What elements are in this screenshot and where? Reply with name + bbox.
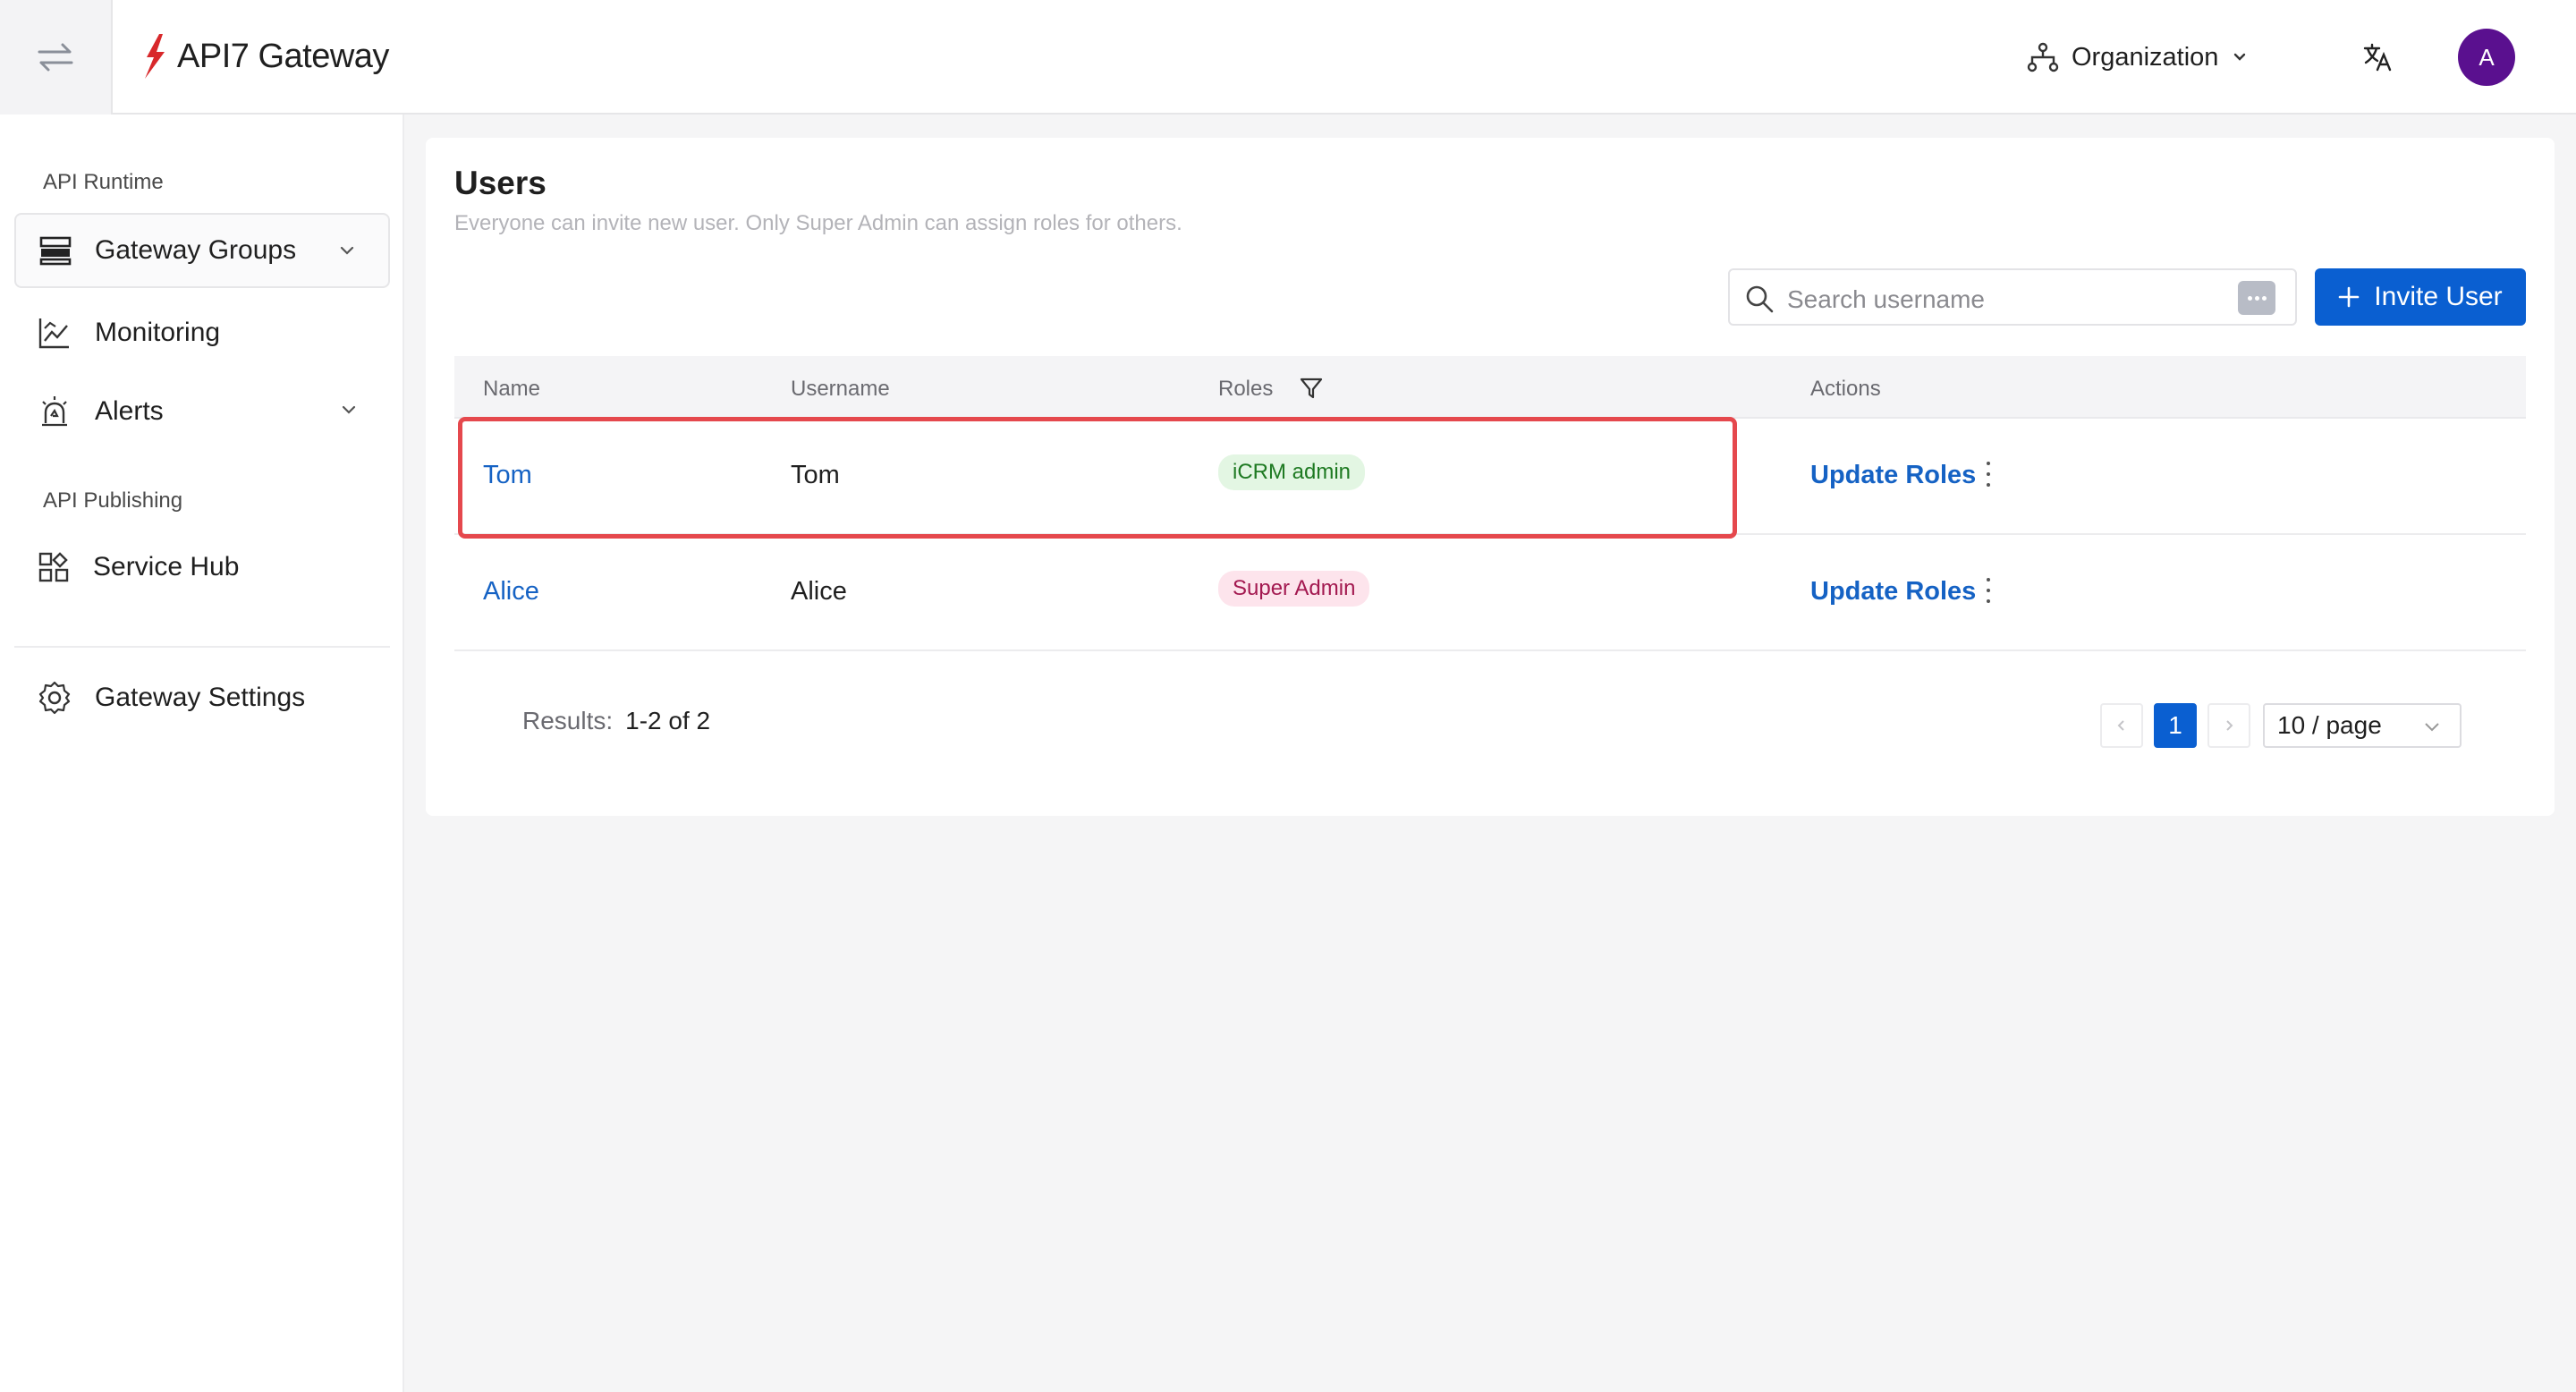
column-header-name: Name	[483, 377, 541, 401]
sidebar-item-label: Alerts	[95, 396, 164, 426]
plus-icon	[2338, 286, 2360, 308]
results-summary: Results: 1-2 of 2	[522, 707, 710, 735]
page-subtitle: Everyone can invite new user. Only Super…	[454, 211, 1182, 235]
swap-arrows-icon	[38, 43, 73, 72]
chevron-left-icon	[2117, 720, 2124, 731]
more-options-icon[interactable]	[2238, 281, 2275, 315]
username-cell: Alice	[791, 577, 847, 606]
search-input[interactable]: Search username	[1728, 268, 2297, 326]
table-row: Alice Alice Super Admin Update Roles	[454, 535, 2526, 651]
user-name-link[interactable]: Tom	[483, 461, 532, 490]
sidebar-item-label: Service Hub	[93, 552, 240, 581]
column-header-roles: Roles	[1218, 377, 1274, 401]
table-header: Name Username Roles Actions	[454, 356, 2526, 419]
sidebar-toggle-button[interactable]	[0, 0, 113, 115]
organization-label: Organization	[2072, 42, 2219, 72]
sidebar-item-label: Gateway Settings	[95, 683, 306, 712]
chart-icon	[38, 318, 69, 349]
grid-icon	[38, 552, 69, 582]
page-title: Users	[454, 165, 547, 201]
translate-icon	[2363, 43, 2392, 72]
column-header-actions: Actions	[1810, 377, 1881, 401]
prev-page-button[interactable]	[2100, 703, 2143, 748]
results-value: 1-2 of 2	[625, 707, 711, 734]
org-tree-icon	[2027, 42, 2059, 72]
sidebar-item-label: Monitoring	[95, 318, 221, 347]
app-logo[interactable]: API7 Gateway	[140, 32, 389, 81]
page-number-button[interactable]: 1	[2154, 703, 2197, 748]
sidebar-item-alerts[interactable]: Alerts	[14, 374, 390, 449]
organization-switcher[interactable]: Organization	[2027, 38, 2249, 77]
results-label: Results:	[522, 707, 614, 734]
sidebar-item-monitoring[interactable]: Monitoring	[14, 295, 390, 370]
chevron-down-icon	[340, 246, 354, 255]
user-name-link[interactable]: Alice	[483, 577, 539, 607]
alarm-icon	[42, 396, 67, 427]
gear-icon	[38, 681, 71, 715]
username-cell: Tom	[791, 461, 840, 489]
next-page-button[interactable]	[2207, 703, 2250, 748]
chevron-down-icon	[342, 405, 356, 414]
app-name: API7 Gateway	[177, 37, 389, 75]
search-placeholder: Search username	[1787, 285, 1986, 313]
filter-icon[interactable]	[1299, 376, 1324, 401]
page-size-select[interactable]: 10 / page	[2263, 703, 2462, 748]
invite-user-label: Invite User	[2374, 282, 2503, 311]
column-header-username: Username	[791, 377, 890, 401]
user-avatar[interactable]: A	[2458, 29, 2515, 86]
sidebar: API Runtime Gateway Groups Monitoring Al…	[0, 115, 404, 1392]
more-actions-icon[interactable]	[1984, 458, 1993, 490]
invite-user-button[interactable]: Invite User	[2315, 268, 2526, 326]
users-table: Name Username Roles Actions Tom Tom iCRM…	[454, 356, 2526, 651]
chevron-down-icon	[2234, 53, 2246, 61]
sidebar-item-gateway-settings[interactable]: Gateway Settings	[14, 660, 390, 735]
sidebar-item-gateway-groups[interactable]: Gateway Groups	[14, 213, 390, 288]
server-icon	[39, 236, 72, 266]
update-roles-link[interactable]: Update Roles	[1810, 461, 1976, 490]
search-icon	[1746, 285, 1774, 313]
role-badge: iCRM admin	[1218, 454, 1366, 490]
sidebar-item-label: Gateway Groups	[95, 235, 297, 265]
users-card: Users Everyone can invite new user. Only…	[426, 138, 2555, 816]
language-switch-button[interactable]	[2361, 41, 2394, 73]
top-bar: API7 Gateway Organization A	[0, 0, 2576, 115]
sidebar-divider	[14, 646, 390, 648]
section-api-runtime: API Runtime	[43, 170, 164, 194]
more-actions-icon[interactable]	[1984, 574, 1993, 607]
role-badge: Super Admin	[1218, 571, 1370, 607]
table-row: Tom Tom iCRM admin Update Roles	[454, 419, 2526, 535]
update-roles-link[interactable]: Update Roles	[1810, 577, 1976, 607]
chevron-right-icon	[2226, 720, 2233, 731]
section-api-publishing: API Publishing	[43, 488, 183, 513]
sidebar-item-service-hub[interactable]: Service Hub	[14, 530, 390, 605]
chevron-down-icon	[2425, 723, 2439, 732]
page-size-value: 10 / page	[2277, 711, 2382, 739]
lightning-logo-icon	[145, 34, 165, 79]
